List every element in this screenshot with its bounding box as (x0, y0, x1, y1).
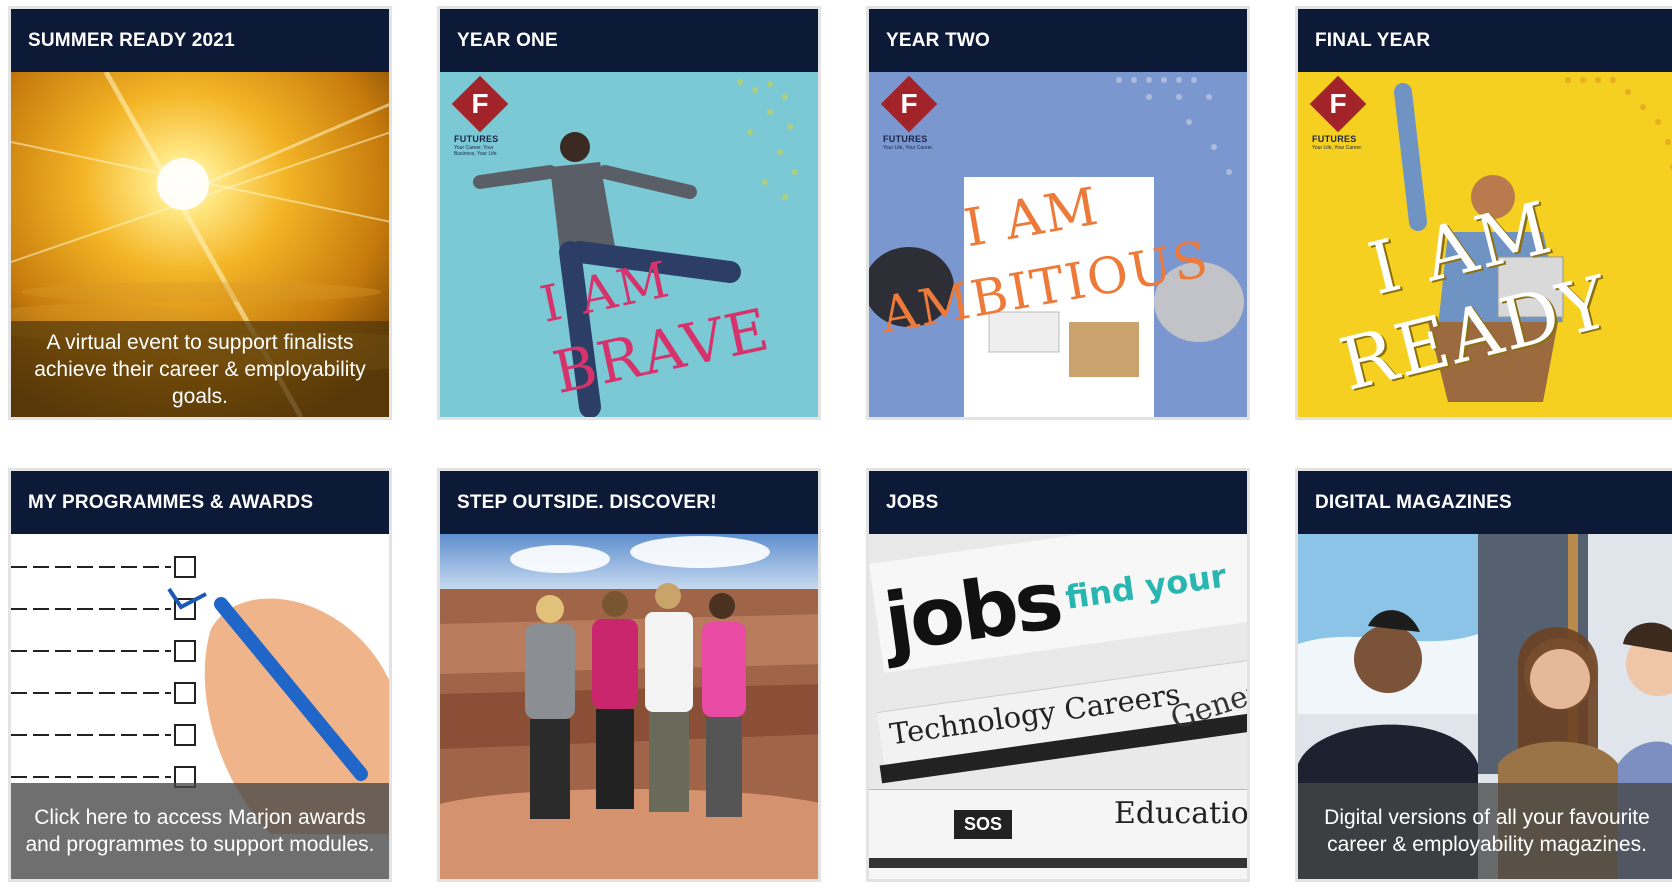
handshake-image: F FUTURES Your Life, Your Career. I AM A… (869, 72, 1247, 417)
futures-logo: F FUTURES Your Career, Your Business, Yo… (451, 75, 534, 157)
tile-title: FINAL YEAR (1298, 9, 1672, 72)
newspaper-tagline: find your (1062, 556, 1229, 617)
tile-year-one[interactable]: YEAR ONE F FUTURES Your Career, Your Bus… (437, 6, 821, 420)
tile-final-year[interactable]: FINAL YEAR F FUTURES Your Life, Your Car… (1295, 6, 1672, 420)
tile-caption: Click here to access Marjon awards and p… (11, 783, 389, 879)
newspaper-headline: jobs (879, 553, 1066, 670)
tile-title: DIGITAL MAGAZINES (1298, 471, 1672, 534)
tile-title: JOBS (869, 471, 1247, 534)
tile-title: SUMMER READY 2021 (11, 9, 389, 72)
tile-title: YEAR TWO (869, 9, 1247, 72)
futures-logo: F FUTURES Your Life, Your Career. (1309, 75, 1392, 151)
futures-logo: F FUTURES Your Life, Your Career. (880, 75, 963, 151)
student-leaping-image: F FUTURES Your Career, Your Business, Yo… (440, 72, 818, 417)
jobs-newspaper-image: jobs find your Technology Careers Genera… (869, 534, 1247, 879)
tile-jobs[interactable]: JOBS jobs find your Technology Careers G… (866, 468, 1250, 882)
tile-digital-magazines[interactable]: DIGITAL MAGAZINES Digital versions of al… (1295, 468, 1672, 882)
tile-caption: Digital versions of all your favourite c… (1298, 783, 1672, 879)
tile-step-outside[interactable]: STEP OUTSIDE. DISCOVER! (437, 468, 821, 882)
tile-programmes-awards[interactable]: MY PROGRAMMES & AWARDS Click here to acc… (8, 468, 392, 882)
tile-year-two[interactable]: YEAR TWO F FUTURES Your Life, Your Caree… (866, 6, 1250, 420)
tile-summer-ready[interactable]: SUMMER READY 2021 A virtual event to sup… (8, 6, 392, 420)
grand-canyon-image (440, 534, 818, 879)
newspaper-section-education: Education (1114, 796, 1247, 831)
cheering-student-image: F FUTURES Your Life, Your Career. I AM R… (1298, 72, 1672, 417)
tile-title: YEAR ONE (440, 9, 818, 72)
newspaper-badge: SOS (954, 810, 1013, 839)
tile-title: STEP OUTSIDE. DISCOVER! (440, 471, 818, 534)
tile-title: MY PROGRAMMES & AWARDS (11, 471, 389, 534)
tile-caption: A virtual event to support finalists ach… (11, 321, 389, 417)
